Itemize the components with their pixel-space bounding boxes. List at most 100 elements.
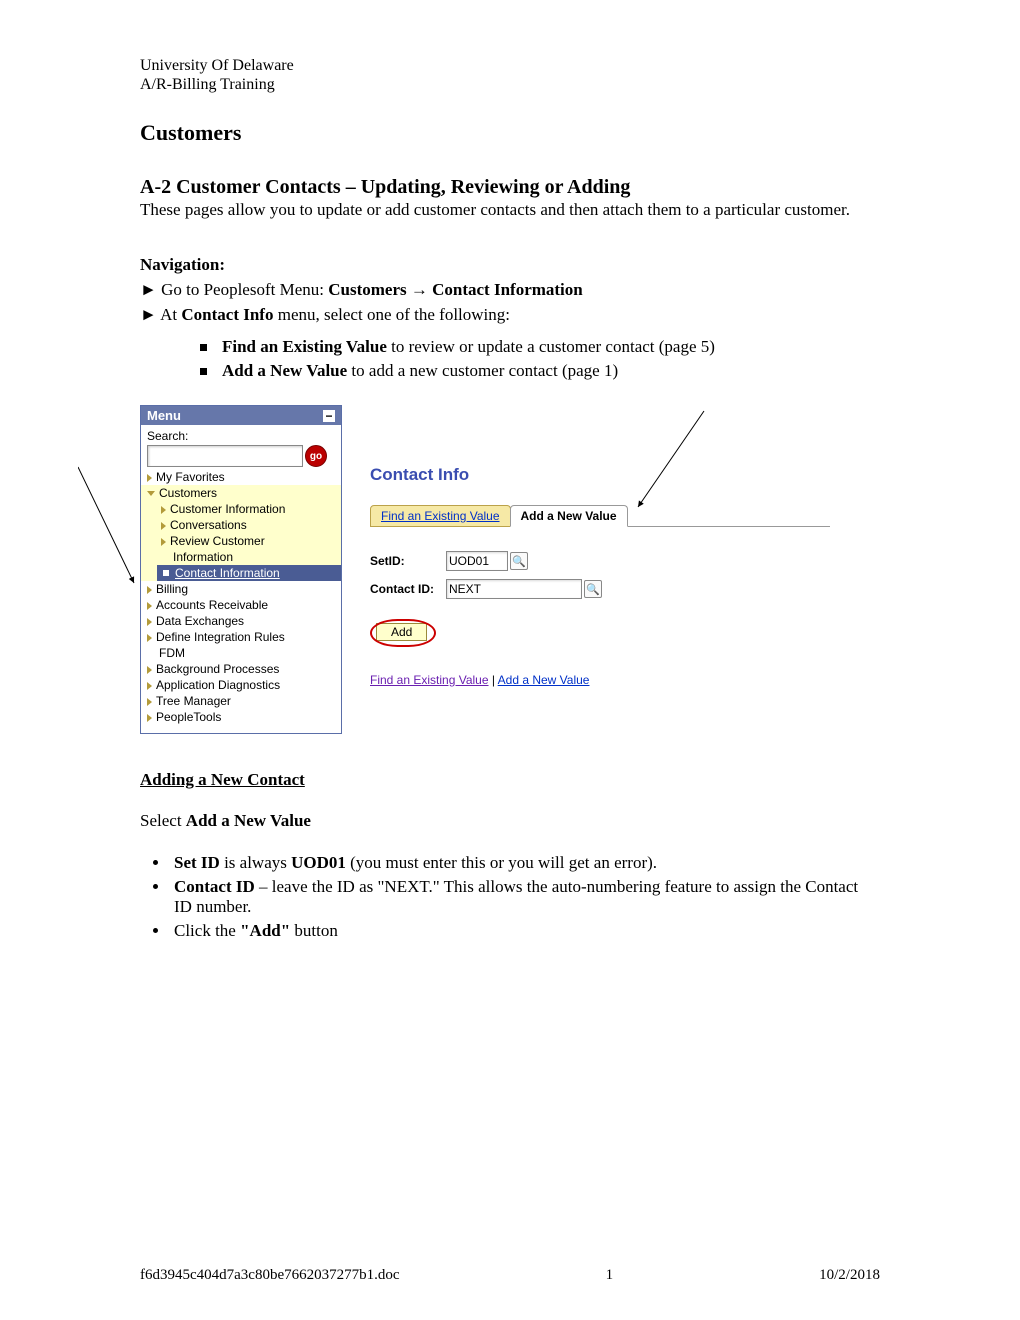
contactid-label: Contact ID: xyxy=(370,582,446,596)
b1c: UOD01 xyxy=(291,853,346,872)
setid-input[interactable] xyxy=(446,551,508,571)
adding-contact-heading: Adding a New Contact xyxy=(140,770,880,790)
section-title: A-2 Customer Contacts – Updating, Review… xyxy=(140,176,880,199)
nav-line-1b: Customers → Contact Information xyxy=(328,280,583,299)
navigation-label: Navigation: xyxy=(140,254,880,277)
b2b: – leave the ID as "NEXT." This allows th… xyxy=(174,877,858,916)
peoplesoft-menu: Menu − Search: go My Favorites Customers… xyxy=(140,405,342,734)
triangle-right-icon xyxy=(161,522,166,530)
search-input[interactable] xyxy=(147,445,303,467)
link-add-new[interactable]: Add a New Value xyxy=(498,673,590,687)
option-find: Find an Existing Value to review or upda… xyxy=(200,337,880,357)
adding-contact-heading-text: Adding a New Contact xyxy=(140,770,305,789)
menu-item-label: Background Processes xyxy=(156,662,279,676)
menu-titlebar: Menu − xyxy=(141,406,341,425)
triangle-right-icon xyxy=(147,666,152,674)
panel-title: Contact Info xyxy=(370,465,880,485)
nav-line-2: ► At Contact Info menu, select one of th… xyxy=(140,304,880,327)
tab-find-existing[interactable]: Find an Existing Value xyxy=(370,505,511,527)
menu-background-processes[interactable]: Background Processes xyxy=(147,661,335,677)
nav-line-2b: Contact Info xyxy=(181,305,273,324)
triangle-right-icon xyxy=(147,602,152,610)
menu-item-label: Define Integration Rules xyxy=(156,630,285,644)
menu-define-integration-rules-line2: FDM xyxy=(147,645,335,661)
menu-item-label: Data Exchanges xyxy=(156,614,244,628)
select-line: Select Add a New Value xyxy=(140,810,880,833)
menu-item-label: Application Diagnostics xyxy=(156,678,280,692)
triangle-right-icon xyxy=(147,618,152,626)
search-label: Search: xyxy=(147,429,335,443)
triangle-down-icon xyxy=(147,491,155,496)
intro-text: These pages allow you to update or add c… xyxy=(140,199,880,222)
menu-peopletools[interactable]: PeopleTools xyxy=(147,709,335,725)
menu-customer-information[interactable]: Customer Information xyxy=(161,501,335,517)
triangle-right-icon xyxy=(161,506,166,514)
triangle-right-icon xyxy=(161,538,166,546)
b1d: (you must enter this or you will get an … xyxy=(346,853,657,872)
setid-label: SetID: xyxy=(370,554,446,568)
b2a: Contact ID xyxy=(174,877,255,896)
triangle-right-icon xyxy=(147,698,152,706)
option-add-text: to add a new customer contact (page 1) xyxy=(347,361,618,380)
menu-my-favorites[interactable]: My Favorites xyxy=(147,469,335,485)
menu-conversations[interactable]: Conversations xyxy=(161,517,335,533)
menu-item-label: Contact Information xyxy=(175,566,280,580)
menu-item-label: Conversations xyxy=(170,518,247,532)
nav-line-1: ► Go to Peoplesoft Menu: Customers → Con… xyxy=(140,279,880,302)
triangle-right-icon xyxy=(147,682,152,690)
menu-accounts-receivable[interactable]: Accounts Receivable xyxy=(147,597,335,613)
collapse-icon[interactable]: − xyxy=(323,410,335,422)
option-find-text: to review or update a customer contact (… xyxy=(387,337,715,356)
contact-info-panel: Contact Info Find an Existing Value Add … xyxy=(370,405,880,687)
select-a: Select xyxy=(140,811,186,830)
menu-review-customer-line2: Information xyxy=(161,549,335,565)
menu-contact-information[interactable]: Contact Information xyxy=(157,565,341,581)
menu-item-label: Customer Information xyxy=(170,502,285,516)
menu-customers[interactable]: Customers xyxy=(147,485,335,501)
bullet-icon xyxy=(163,570,169,576)
triangle-right-icon xyxy=(147,474,152,482)
menu-item-label: PeopleTools xyxy=(156,710,221,724)
lookup-icon[interactable]: 🔍 xyxy=(584,580,602,598)
b1a: Set ID xyxy=(174,853,220,872)
footer-date: 10/2/2018 xyxy=(819,1267,880,1284)
menu-billing[interactable]: Billing xyxy=(147,581,335,597)
menu-item-label: Billing xyxy=(156,582,188,596)
lookup-icon[interactable]: 🔍 xyxy=(510,552,528,570)
link-separator: | xyxy=(489,673,498,687)
footer-page: 1 xyxy=(606,1267,614,1284)
menu-define-integration-rules[interactable]: Define Integration Rules xyxy=(147,629,335,645)
bullet-add: Click the "Add" button xyxy=(170,921,880,941)
tab-add-new[interactable]: Add a New Value xyxy=(510,505,628,527)
triangle-right-icon xyxy=(147,586,152,594)
menu-tree-manager[interactable]: Tree Manager xyxy=(147,693,335,709)
menu-title: Menu xyxy=(147,408,181,423)
triangle-right-icon xyxy=(147,714,152,722)
menu-application-diagnostics[interactable]: Application Diagnostics xyxy=(147,677,335,693)
menu-review-customer[interactable]: Review Customer xyxy=(161,533,335,549)
select-b: Add a New Value xyxy=(186,811,311,830)
nav-line-2a: ► At xyxy=(140,305,181,324)
b3b: "Add" xyxy=(240,921,290,940)
menu-item-label: My Favorites xyxy=(156,470,225,484)
menu-data-exchanges[interactable]: Data Exchanges xyxy=(147,613,335,629)
triangle-right-icon xyxy=(147,634,152,642)
menu-item-label: Tree Manager xyxy=(156,694,231,708)
link-find-existing[interactable]: Find an Existing Value xyxy=(370,673,489,687)
doc-header-course: A/R-Billing Training xyxy=(140,75,880,94)
footer-filename: f6d3945c404d7a3c80be7662037277b1.doc xyxy=(140,1267,400,1284)
nav-line-1a: ► Go to Peoplesoft Menu: xyxy=(140,280,328,299)
page-title: Customers xyxy=(140,120,880,146)
option-add-bold: Add a New Value xyxy=(222,361,347,380)
contactid-input[interactable] xyxy=(446,579,582,599)
menu-item-label: Review Customer xyxy=(170,534,265,548)
b1b: is always xyxy=(220,853,291,872)
add-button[interactable]: Add xyxy=(376,623,427,641)
bullet-setid: Set ID is always UOD01 (you must enter t… xyxy=(170,853,880,873)
b3a: Click the xyxy=(174,921,240,940)
doc-header-org: University Of Delaware xyxy=(140,56,880,75)
option-find-bold: Find an Existing Value xyxy=(222,337,387,356)
b3c: button xyxy=(290,921,338,940)
go-button[interactable]: go xyxy=(305,445,327,467)
option-add: Add a New Value to add a new customer co… xyxy=(200,361,880,381)
